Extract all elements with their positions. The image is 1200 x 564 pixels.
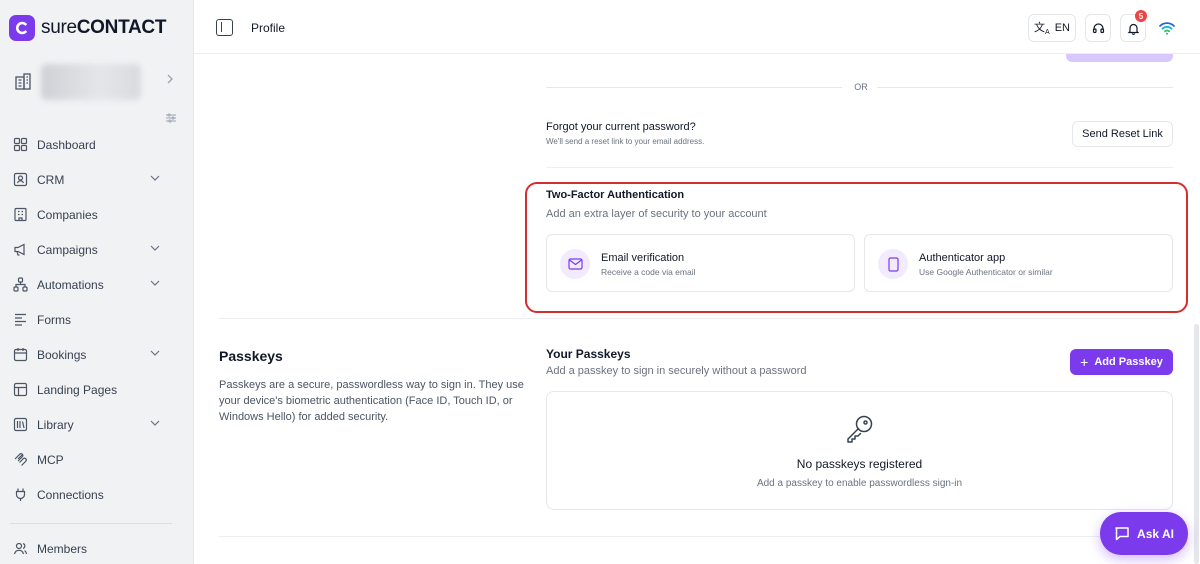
scrollbar[interactable] — [1194, 324, 1199, 564]
sidebar-item-label: CRM — [37, 172, 65, 187]
sidebar-item-members[interactable]: Members — [0, 531, 193, 564]
topbar: Profile 文A EN 5 — [194, 0, 1200, 54]
email-verification-option[interactable]: Email verification Receive a code via em… — [546, 234, 855, 292]
ask-ai-button[interactable]: Ask AI — [1100, 512, 1188, 555]
dashboard-icon — [12, 137, 28, 153]
chat-bubble-icon — [1115, 527, 1129, 541]
language-label: EN — [1054, 22, 1070, 34]
section-divider — [219, 318, 1173, 319]
sidebar-item-label: Forms — [37, 312, 71, 327]
contact-card-icon — [12, 172, 28, 188]
page-title: Profile — [251, 21, 286, 35]
key-icon — [844, 413, 876, 445]
calendar-icon — [12, 347, 28, 363]
update-password-button-partial[interactable] — [1066, 54, 1173, 62]
chevron-down-icon — [150, 279, 160, 287]
sidebar-item-label: Bookings — [37, 347, 87, 362]
plug-icon — [12, 487, 28, 503]
chevron-down-icon — [150, 244, 160, 252]
headset-icon — [1092, 22, 1105, 35]
phone-icon — [878, 249, 908, 279]
option-subtitle: Receive a code via email — [601, 267, 696, 277]
mail-icon — [560, 249, 590, 279]
library-icon — [12, 417, 28, 433]
divider — [546, 167, 1173, 168]
form-lines-icon — [12, 312, 28, 328]
passkeys-empty-state: No passkeys registered Add a passkey to … — [546, 391, 1173, 510]
layout-icon — [12, 382, 28, 398]
sidebar-item-label: Library — [37, 417, 74, 432]
sidebar-item-library[interactable]: Library — [0, 407, 193, 442]
sidebar-item-label: Companies — [37, 207, 98, 222]
bell-icon — [1127, 22, 1140, 35]
two-factor-title: Two-Factor Authentication — [546, 189, 685, 201]
option-title: Email verification — [601, 252, 685, 264]
help-button[interactable] — [1085, 14, 1111, 42]
sidebar-item-campaigns[interactable]: Campaigns — [0, 232, 193, 267]
sidebar-item-landing-pages[interactable]: Landing Pages — [0, 372, 193, 407]
plus-icon: + — [1080, 354, 1089, 370]
connection-status-icon[interactable] — [1158, 20, 1176, 36]
chevron-down-icon — [150, 419, 160, 427]
sidebar-item-label: Campaigns — [37, 242, 98, 257]
logo-mark-icon — [9, 15, 35, 41]
sidebar-item-label: Members — [37, 541, 88, 556]
sidebar-options-icon[interactable] — [162, 109, 180, 127]
sidebar-item-mcp[interactable]: MCP — [0, 442, 193, 477]
send-reset-link-button[interactable]: Send Reset Link — [1072, 121, 1173, 147]
sidebar-item-label: MCP — [37, 452, 64, 467]
your-passkeys-subtitle: Add a passkey to sign in securely withou… — [546, 365, 807, 377]
your-passkeys-title: Your Passkeys — [546, 347, 631, 361]
logo-text: sureCONTACT — [41, 17, 167, 38]
two-factor-subtitle: Add an extra layer of security to your a… — [546, 208, 767, 220]
sidebar-item-automations[interactable]: Automations — [0, 267, 193, 302]
chevron-down-icon — [150, 349, 160, 357]
sidebar: sureCONTACT Dashboard CRM Companies Camp… — [0, 0, 193, 564]
passkeys-heading: Passkeys — [219, 348, 283, 364]
app-logo[interactable]: sureCONTACT — [9, 15, 166, 41]
language-button[interactable]: 文A EN — [1028, 14, 1076, 42]
add-passkey-button[interactable]: + Add Passkey — [1070, 349, 1173, 375]
sidebar-item-label: Automations — [37, 277, 104, 292]
sidebar-toggle-icon[interactable] — [216, 19, 233, 36]
sidebar-item-dashboard[interactable]: Dashboard — [0, 127, 193, 162]
authenticator-app-option[interactable]: Authenticator app Use Google Authenticat… — [864, 234, 1173, 292]
section-divider — [219, 536, 1173, 537]
sidebar-divider — [10, 523, 172, 524]
passkeys-description: Passkeys are a secure, passwordless way … — [219, 379, 524, 423]
sidebar-item-companies[interactable]: Companies — [0, 197, 193, 232]
chevron-down-icon — [150, 174, 160, 182]
sidebar-nav: Dashboard CRM Companies Campaigns Automa… — [0, 127, 193, 512]
notifications-button[interactable]: 5 — [1120, 10, 1147, 42]
empty-state-title: No passkeys registered — [796, 457, 923, 471]
or-divider: OR — [546, 82, 1173, 92]
sidebar-item-label: Landing Pages — [37, 382, 118, 397]
workspace-name-blurred — [41, 64, 141, 100]
main-content: Profile 文A EN 5 OR Forgot your current p… — [193, 0, 1200, 564]
option-title: Authenticator app — [919, 252, 1006, 264]
mcp-icon — [12, 452, 28, 468]
building-icon — [12, 207, 28, 223]
workspace-switcher[interactable] — [9, 60, 184, 104]
chevron-right-icon — [166, 74, 174, 84]
sidebar-item-crm[interactable]: CRM — [0, 162, 193, 197]
sidebar-item-forms[interactable]: Forms — [0, 302, 193, 337]
empty-state-subtitle: Add a passkey to enable passwordless sig… — [756, 478, 963, 489]
building-icon — [9, 68, 37, 96]
translate-icon: 文A — [1034, 22, 1050, 37]
forgot-password-subtitle: We'll send a reset link to your email ad… — [546, 137, 705, 146]
sidebar-item-label: Connections — [37, 487, 104, 502]
option-subtitle: Use Google Authenticator or similar — [919, 267, 1053, 277]
forgot-password-title: Forgot your current password? — [546, 121, 696, 133]
megaphone-icon — [12, 242, 28, 258]
sidebar-item-label: Dashboard — [37, 137, 96, 152]
users-icon — [12, 541, 28, 557]
sidebar-item-connections[interactable]: Connections — [0, 477, 193, 512]
workflow-icon — [12, 277, 28, 293]
notification-count-badge: 5 — [1135, 10, 1147, 22]
sidebar-item-bookings[interactable]: Bookings — [0, 337, 193, 372]
